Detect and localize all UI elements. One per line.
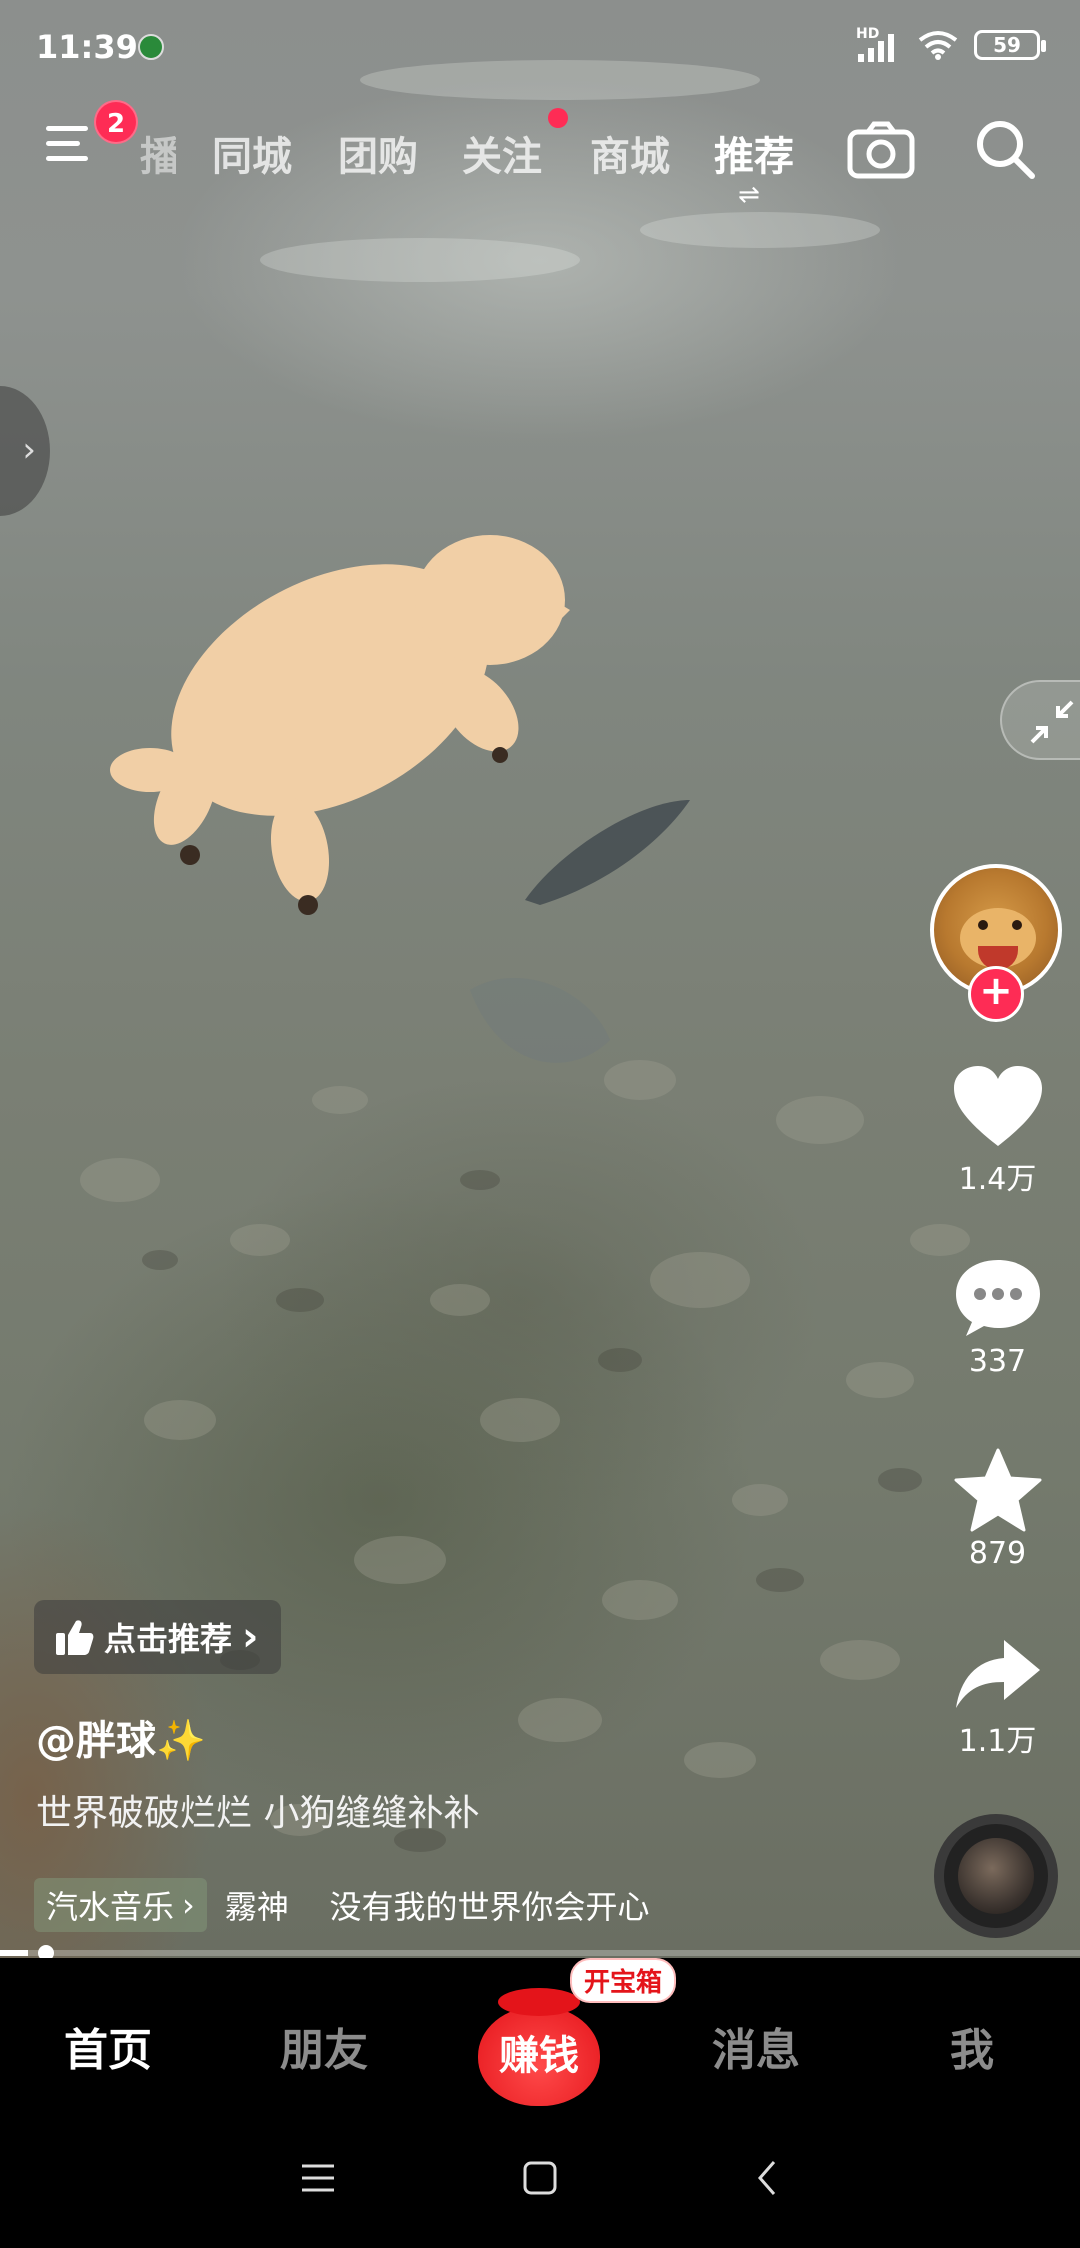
tab-following[interactable]: 关注 bbox=[462, 124, 542, 182]
system-nav-bar bbox=[0, 2128, 1080, 2248]
battery-indicator: 59 bbox=[974, 30, 1046, 60]
recommend-label: 点击推荐 bbox=[104, 1620, 233, 1658]
heart-icon bbox=[953, 1066, 1042, 1146]
home-icon[interactable] bbox=[522, 2158, 558, 2198]
recommend-button[interactable]: 点击推荐 › bbox=[34, 1600, 281, 1674]
chevron-right-icon: › bbox=[22, 430, 36, 470]
thumbs-up-icon bbox=[56, 1620, 94, 1655]
follow-button[interactable]: + bbox=[968, 966, 1024, 1022]
video-progress-bar[interactable] bbox=[0, 1945, 1080, 1961]
comment-count: 337 bbox=[968, 1344, 1027, 1379]
music-cover-image bbox=[958, 1838, 1034, 1914]
chevron-right-icon: › bbox=[242, 1614, 259, 1660]
search-icon[interactable] bbox=[974, 118, 1038, 182]
tab-recommend[interactable]: 推荐 bbox=[714, 124, 794, 182]
comment-icon bbox=[955, 1260, 1040, 1336]
chevron-right-icon: › bbox=[182, 1886, 195, 1924]
globe-icon bbox=[138, 34, 164, 60]
tab-home[interactable]: 首页 bbox=[64, 2014, 152, 2078]
treasure-box-badge[interactable]: 开宝箱 bbox=[570, 1958, 677, 2003]
comment-button[interactable]: 337 bbox=[940, 1256, 1055, 1379]
signal-icon bbox=[858, 34, 894, 62]
recent-apps-icon[interactable] bbox=[300, 2158, 336, 2198]
tab-live[interactable]: 播 bbox=[140, 124, 176, 182]
like-button[interactable]: 1.4万 bbox=[940, 1066, 1055, 1198]
author-name[interactable]: @胖球✨ bbox=[36, 1708, 206, 1766]
favorite-button[interactable]: 879 bbox=[940, 1448, 1055, 1571]
earn-button[interactable]: 赚钱 bbox=[478, 1988, 600, 2106]
collapse-icon[interactable] bbox=[1000, 680, 1080, 760]
bottom-tab-bar: 首页 朋友 赚钱 开宝箱 消息 我 bbox=[0, 1958, 1080, 2128]
camera-icon[interactable] bbox=[846, 120, 916, 180]
music-disc[interactable] bbox=[934, 1814, 1058, 1938]
music-title: 霧神 没有我的世界你会开心 bbox=[224, 1888, 650, 1926]
menu-icon[interactable] bbox=[46, 126, 96, 176]
switch-feed-icon[interactable]: ⇌ bbox=[738, 180, 760, 210]
status-time: 11:39 bbox=[36, 28, 138, 66]
status-bar: 11:39 HD 59 bbox=[0, 0, 1080, 90]
tab-group-buy[interactable]: 团购 bbox=[338, 124, 418, 182]
favorite-count: 879 bbox=[968, 1536, 1027, 1571]
tab-friends[interactable]: 朋友 bbox=[280, 2014, 368, 2078]
tab-me[interactable]: 我 bbox=[950, 2014, 994, 2078]
share-count: 1.1万 bbox=[958, 1724, 1037, 1759]
tab-local[interactable]: 同城 bbox=[212, 124, 292, 182]
tab-mall[interactable]: 商城 bbox=[590, 124, 670, 182]
like-count: 1.4万 bbox=[958, 1162, 1037, 1197]
share-icon bbox=[955, 1640, 1040, 1708]
music-app-tag[interactable]: 汽水音乐 › bbox=[34, 1878, 207, 1932]
back-icon[interactable] bbox=[752, 2158, 782, 2198]
star-icon bbox=[954, 1448, 1041, 1532]
menu-notification-badge: 2 bbox=[94, 100, 138, 144]
progress-fill bbox=[0, 1950, 29, 1956]
music-row[interactable]: 汽水音乐 › 霧神 没有我的世界你会开心 bbox=[34, 1876, 650, 1934]
video-caption: 世界破破烂烂 小狗缝缝补补 bbox=[36, 1793, 480, 1834]
share-button[interactable]: 1.1万 bbox=[940, 1636, 1055, 1760]
wifi-icon bbox=[918, 31, 958, 60]
sparkle-icon: ✨ bbox=[156, 1718, 206, 1764]
following-unread-dot bbox=[548, 108, 568, 128]
tab-messages[interactable]: 消息 bbox=[712, 2014, 800, 2078]
